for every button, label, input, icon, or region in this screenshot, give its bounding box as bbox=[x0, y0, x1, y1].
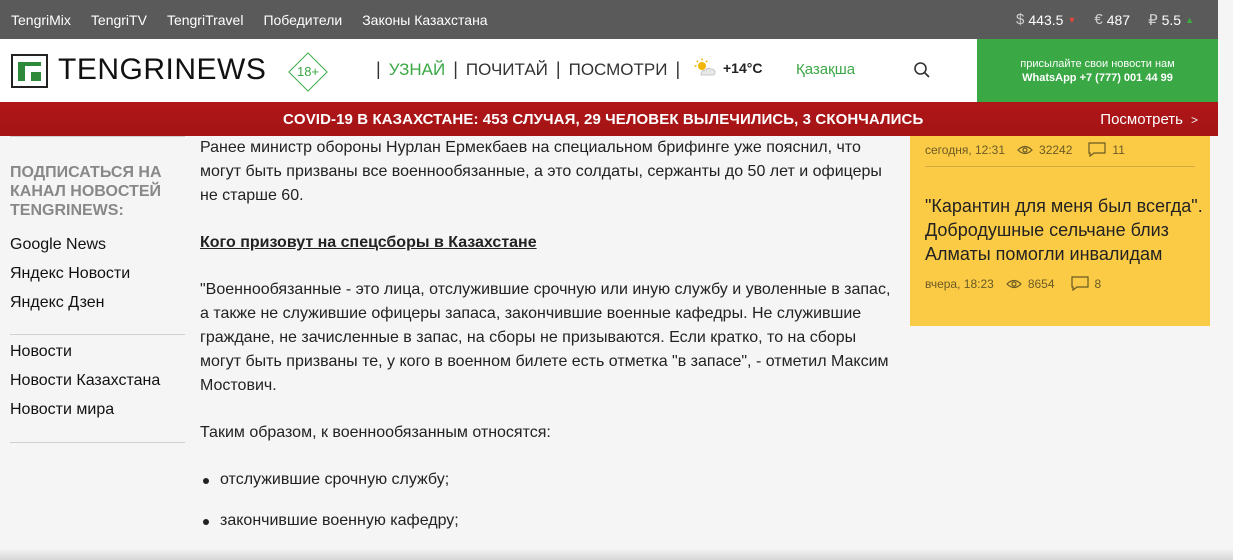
popular-news-box: сегодня, 12:31 32242 11 "Карантин для ме… bbox=[910, 136, 1210, 326]
comments-count[interactable]: 11 bbox=[1088, 142, 1125, 157]
link-google-news[interactable]: Google News bbox=[10, 230, 185, 259]
top-link-laws[interactable]: Законы Казахстана bbox=[362, 12, 487, 28]
currency-rates: $ 443.5 ▼ € 487 ₽ 5.5 ▲ bbox=[998, 11, 1218, 29]
language-switch[interactable]: Қазақша bbox=[796, 61, 855, 78]
tengrinews-logo-icon[interactable] bbox=[11, 54, 48, 88]
sidebar-divider bbox=[10, 136, 185, 137]
rate-eur: € 487 bbox=[1094, 11, 1130, 28]
article-body: Ранее министр обороны Нурлан Ермекбаев н… bbox=[200, 136, 900, 550]
eye-icon bbox=[1005, 279, 1022, 288]
top-link-tengritv[interactable]: TengriTV bbox=[91, 12, 147, 28]
comments-value: 8 bbox=[1094, 276, 1102, 291]
article-paragraph: "Военнообязанные - это лица, отслужившие… bbox=[200, 281, 891, 394]
nav-read[interactable]: ПОЧИТАЙ bbox=[466, 60, 548, 80]
top-link-tengritravel[interactable]: TengriTravel bbox=[167, 12, 244, 28]
views-value: 8654 bbox=[1027, 276, 1055, 291]
article-paragraph: Ранее министр обороны Нурлан Ермекбаев н… bbox=[200, 139, 882, 204]
section-links: Новости Новости Казахстана Новости мира bbox=[10, 337, 185, 424]
views-count: 8654 bbox=[1005, 276, 1055, 291]
arrow-down-icon: ▼ bbox=[1067, 14, 1077, 25]
top-link-winners[interactable]: Победители bbox=[263, 12, 342, 28]
comment-icon bbox=[1088, 142, 1107, 157]
channel-links: Google News Яндекс Новости Яндекс Дзен bbox=[10, 230, 185, 317]
site-logo-text[interactable]: TENGRINEWS bbox=[58, 53, 266, 87]
bottom-shadow bbox=[0, 548, 1233, 560]
euro-icon: € bbox=[1094, 11, 1103, 28]
covid-banner[interactable]: COVID-19 В КАЗАХСТАНЕ: 453 СЛУЧАЯ, 29 ЧЕ… bbox=[0, 102, 1218, 136]
link-news[interactable]: Новости bbox=[10, 337, 185, 366]
sidebar-divider bbox=[10, 334, 185, 335]
main-nav: | УЗНАЙ | ПОЧИТАЙ | ПОСМОТРИ | bbox=[376, 59, 681, 80]
news-title-link[interactable]: "Карантин для меня был всегда". Добродуш… bbox=[925, 194, 1205, 266]
nav-learn[interactable]: УЗНАЙ bbox=[389, 60, 446, 80]
link-kz-news[interactable]: Новости Казахстана bbox=[10, 366, 185, 395]
arrow-up-icon: ▲ bbox=[1185, 14, 1194, 25]
article-subheading: Кого призовут на спецсборы в Казахстане bbox=[200, 234, 537, 251]
weather-widget[interactable]: +14°C bbox=[693, 58, 762, 78]
rate-rub: ₽ 5.5 ▲ bbox=[1148, 11, 1194, 29]
news-meta: сегодня, 12:31 32242 11 bbox=[925, 142, 1125, 157]
rate-eur-value: 487 bbox=[1106, 11, 1131, 28]
nav-watch[interactable]: ПОСМОТРИ bbox=[569, 60, 668, 80]
rate-rub-value: 5.5 bbox=[1161, 11, 1182, 28]
comment-icon bbox=[1070, 276, 1089, 291]
search-button[interactable] bbox=[913, 61, 931, 84]
whatsapp-banner[interactable]: присылайте свои новости нам WhatsApp +7 … bbox=[977, 39, 1218, 102]
subscribe-heading: ПОДПИСАТЬСЯ НА КАНАЛ НОВОСТЕЙ TENGRINEWS… bbox=[10, 164, 162, 219]
comments-value: 11 bbox=[1112, 142, 1125, 157]
page: TengriMix TengriTV TengriTravel Победите… bbox=[0, 0, 1233, 560]
rate-usd-value: 443.5 bbox=[1028, 11, 1064, 28]
site-header: TENGRINEWS 18+ | УЗНАЙ | ПОЧИТАЙ | ПОСМО… bbox=[0, 39, 1218, 102]
link-yandex-news[interactable]: Яндекс Новости bbox=[10, 259, 185, 288]
article-paragraph: Таким образом, к военнообязанным относят… bbox=[200, 424, 551, 441]
rate-usd: $ 443.5 ▼ bbox=[1016, 11, 1076, 28]
left-sidebar: ПОДПИСАТЬСЯ НА КАНАЛ НОВОСТЕЙ TENGRINEWS… bbox=[10, 136, 185, 443]
views-value: 32242 bbox=[1039, 142, 1073, 157]
sun-cloud-icon bbox=[694, 58, 716, 76]
covid-more-label: Посмотреть bbox=[1100, 111, 1183, 128]
views-count: 32242 bbox=[1017, 143, 1072, 157]
age-rating-text: 18+ bbox=[296, 64, 320, 79]
top-bar: TengriMix TengriTV TengriTravel Победите… bbox=[0, 0, 1218, 39]
whatsapp-number: WhatsApp +7 (777) 001 44 99 bbox=[1022, 71, 1173, 84]
weather-temperature: +14°C bbox=[723, 60, 763, 76]
age-rating-badge: 18+ bbox=[288, 52, 328, 92]
article-list: отслужившие срочную службу; закончившие … bbox=[200, 468, 900, 533]
link-world-news[interactable]: Новости мира bbox=[10, 395, 185, 424]
covid-headline[interactable]: COVID-19 В КАЗАХСТАНЕ: 453 СЛУЧАЯ, 29 ЧЕ… bbox=[283, 111, 923, 128]
news-meta: вчера, 18:23 8654 8 bbox=[925, 276, 1101, 291]
top-link-tengrimix[interactable]: TengriMix bbox=[11, 12, 71, 28]
news-time: вчера, 18:23 bbox=[925, 276, 994, 291]
eye-icon bbox=[1017, 145, 1033, 154]
sidebar-divider bbox=[10, 442, 185, 443]
whatsapp-text: присылайте свои новости нам bbox=[1020, 57, 1175, 70]
comments-count[interactable]: 8 bbox=[1070, 276, 1102, 291]
search-icon bbox=[914, 62, 930, 78]
link-yandex-zen[interactable]: Яндекс Дзен bbox=[10, 288, 185, 317]
news-time: сегодня, 12:31 bbox=[925, 142, 1006, 157]
ruble-icon: ₽ bbox=[1148, 11, 1158, 29]
list-item: отслужившие срочную службу; bbox=[200, 468, 900, 492]
list-item: закончившие военную кафедру; bbox=[200, 509, 900, 533]
covid-more-link[interactable]: Посмотреть > bbox=[1100, 111, 1198, 128]
news-divider bbox=[925, 166, 1195, 167]
chevron-right-icon: > bbox=[1190, 112, 1198, 127]
dollar-icon: $ bbox=[1016, 11, 1025, 28]
